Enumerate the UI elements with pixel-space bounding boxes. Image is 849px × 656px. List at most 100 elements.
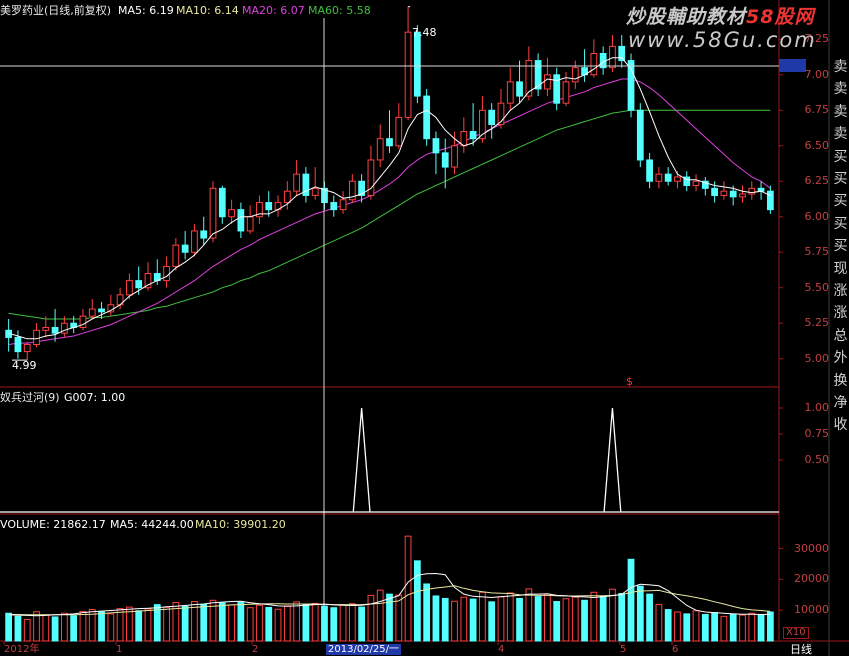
candle-body — [469, 131, 477, 140]
volume-bar — [107, 613, 115, 642]
price-tick-label: 5.25 — [804, 316, 830, 330]
volume-bar — [479, 591, 486, 642]
candle-body — [451, 145, 458, 168]
volume-bar — [451, 600, 458, 642]
candle-body — [330, 202, 338, 211]
kline-chart-window[interactable]: 美罗药业(日线,前复权) MA5: 6.19 MA10: 6.14 MA20: … — [0, 0, 849, 656]
candle-body — [516, 81, 523, 97]
volume-ma10: MA10: 39901.20 — [195, 518, 286, 531]
ma20-legend: MA20: 6.07 — [242, 4, 305, 17]
candle-body — [42, 326, 50, 331]
candle-body — [218, 187, 226, 218]
volume-bar — [135, 610, 143, 642]
date-axis-label: 2 — [252, 644, 259, 655]
period-label[interactable]: 日线 — [790, 643, 812, 656]
volume-bar — [739, 614, 746, 642]
volume-bar — [766, 611, 774, 642]
volume-bar — [116, 608, 124, 642]
volume-bar — [609, 588, 616, 642]
candle-body — [88, 308, 96, 317]
volume-title: VOLUME: 21862.17 — [0, 518, 106, 531]
volume-bar — [674, 611, 681, 642]
side-panel-label: 总 — [833, 327, 848, 344]
volume-bar — [274, 608, 282, 642]
volume-tick-label: 30000 — [794, 541, 829, 555]
side-panel-label: 卖 — [833, 126, 848, 143]
side-panel-label: 卖 — [833, 103, 848, 120]
volume-bar — [562, 598, 570, 642]
date-axis-label: 1 — [116, 644, 123, 655]
candle-body — [562, 81, 570, 104]
candle-body — [228, 209, 235, 218]
volume-bar — [506, 592, 514, 642]
volume-bar — [237, 601, 245, 642]
side-panel-label: 买 — [833, 171, 848, 187]
candle-body — [413, 31, 421, 97]
chart-canvas[interactable] — [0, 0, 849, 656]
candle-body — [404, 31, 412, 118]
candle-body — [488, 109, 496, 125]
side-panel-label: 涨 — [833, 305, 848, 322]
candle-body — [209, 187, 217, 239]
candle-body — [126, 280, 133, 296]
volume-bar — [51, 616, 59, 642]
volume-tick-label: 10000 — [794, 603, 829, 617]
volume-bar — [590, 591, 598, 642]
candle-body — [163, 265, 170, 282]
candle-body — [692, 180, 700, 187]
candle-body — [79, 315, 87, 328]
volume-bar — [460, 596, 468, 642]
low-price-marker: 4.99 — [12, 359, 37, 372]
indicator-tick-label: 0.50 — [804, 453, 830, 466]
side-panel-label: 买 — [833, 193, 848, 210]
price-tick-label: 7.00 — [804, 67, 830, 81]
date-axis-label: 2012年 — [4, 644, 40, 655]
volume-tick-label: 20000 — [794, 572, 829, 586]
candle-body — [748, 187, 756, 195]
indicator-tick-label: 1.00 — [804, 401, 830, 414]
volume-bar — [321, 605, 328, 642]
volume-bar — [599, 595, 607, 642]
candle-body — [739, 193, 746, 198]
volume-bar — [339, 604, 347, 642]
price-tick-label: 6.50 — [804, 138, 830, 152]
side-panel-label: 买 — [833, 238, 848, 255]
volume-bar — [348, 603, 356, 642]
side-panel-label: 现 — [833, 260, 848, 277]
candle-body — [265, 202, 273, 211]
side-panel-label: 净 — [833, 395, 848, 411]
candle-body — [200, 230, 208, 239]
volume-bar — [488, 601, 496, 642]
price-tick-label: 5.75 — [804, 245, 830, 259]
candle-body — [135, 280, 143, 289]
volume-bar — [441, 597, 449, 642]
candle-body — [98, 308, 105, 313]
side-panel-label: 卖 — [833, 81, 848, 98]
volume-bar — [757, 613, 765, 642]
volume-bar — [683, 613, 691, 642]
indicator-spike — [603, 407, 622, 513]
volume-bar — [228, 604, 235, 642]
candle-body — [376, 138, 384, 161]
volume-bar — [553, 601, 561, 642]
price-tick-label: 5.50 — [804, 280, 830, 294]
volume-bar — [618, 593, 626, 642]
volume-bar — [265, 606, 273, 642]
volume-bar — [79, 610, 87, 642]
candle-body — [14, 336, 22, 353]
volume-bar — [701, 613, 709, 642]
volume-bar — [516, 597, 523, 642]
volume-bar — [330, 607, 338, 642]
candle-body — [246, 216, 254, 232]
side-panel-label: 换 — [833, 372, 848, 389]
volume-bar — [70, 615, 78, 642]
volume-bar — [358, 606, 366, 642]
volume-bar — [395, 594, 403, 642]
candle-body — [33, 329, 40, 346]
candle-body — [293, 173, 300, 192]
watermark-title: 炒股輔助教材58股网 — [626, 6, 815, 28]
candle-body — [172, 244, 180, 267]
indicator-title: 奴兵过河(9) — [0, 391, 60, 404]
crosshair-date-label: 2013/02/25/一 — [326, 644, 402, 655]
indicator-spike — [352, 407, 371, 513]
